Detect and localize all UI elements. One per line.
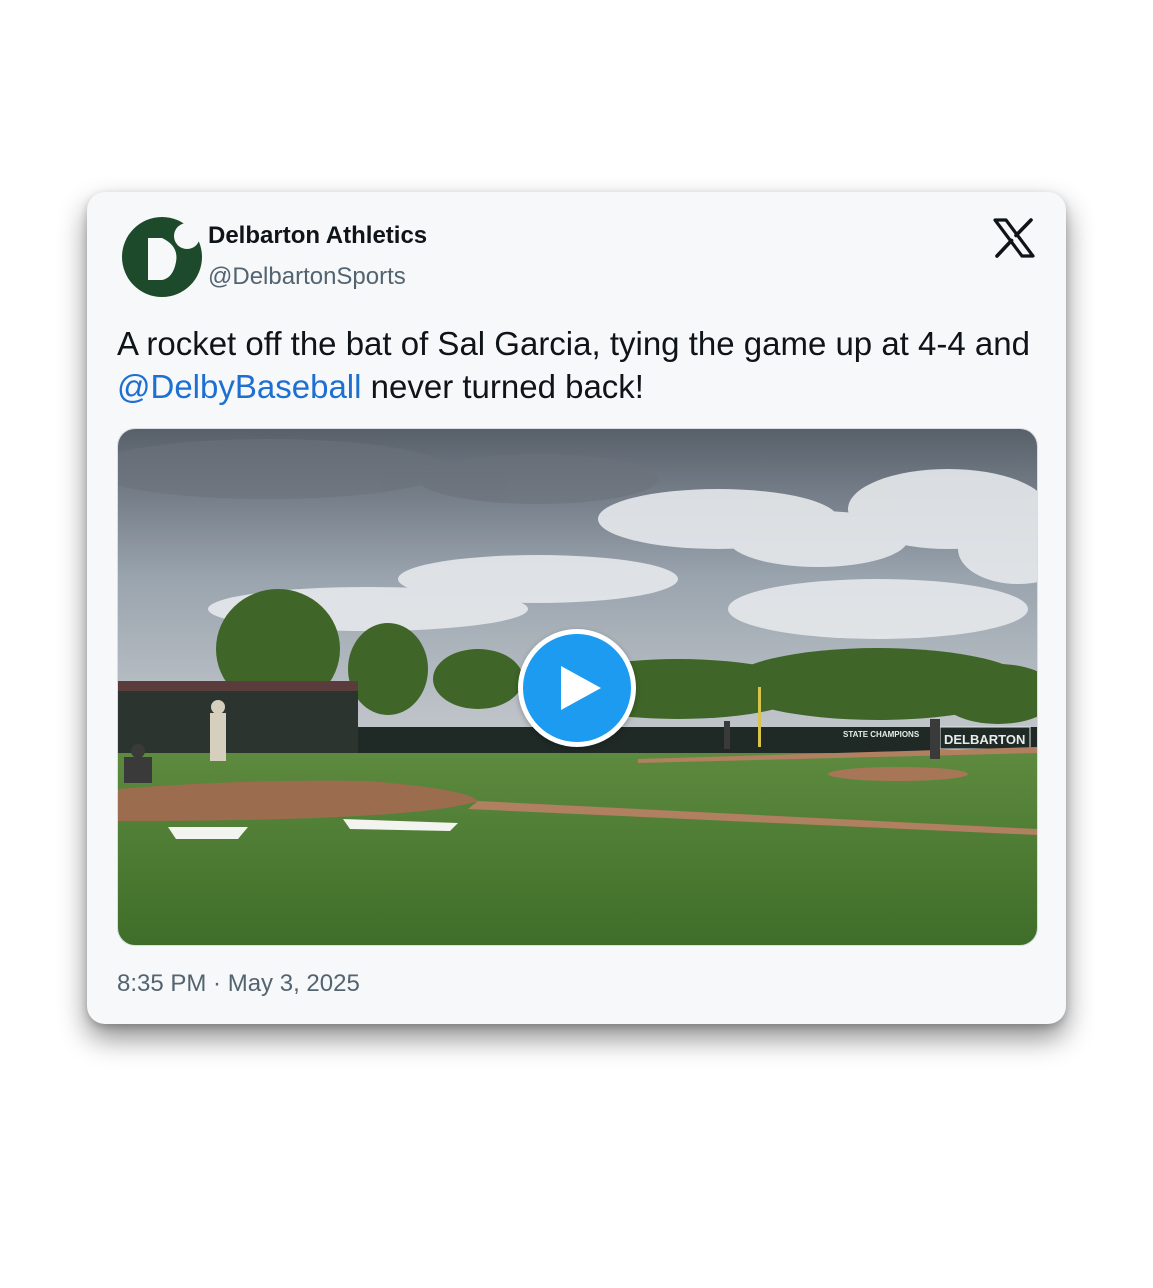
x-logo-icon[interactable] — [993, 218, 1035, 258]
tweet-text-before: A rocket off the bat of Sal Garcia, tyin… — [117, 325, 1030, 362]
tweet-text: A rocket off the bat of Sal Garcia, tyin… — [117, 322, 1047, 408]
avatar[interactable] — [121, 216, 203, 298]
video-player[interactable]: STATE CHAMPIONS DELBARTON — [117, 428, 1038, 946]
play-icon — [561, 666, 601, 710]
signage-banner: STATE CHAMPIONS — [843, 730, 920, 739]
mention-link[interactable]: @DelbyBaseball — [117, 368, 361, 405]
tweet-card[interactable]: Delbarton Athletics @DelbartonSports A r… — [87, 192, 1066, 1024]
signage-wall: DELBARTON — [944, 732, 1025, 747]
timestamp[interactable]: 8:35 PM · May 3, 2025 — [117, 970, 360, 998]
author-display-name[interactable]: Delbarton Athletics — [208, 222, 427, 250]
play-button[interactable] — [518, 629, 636, 747]
tweet-text-after: never turned back! — [361, 368, 644, 405]
author-handle[interactable]: @DelbartonSports — [208, 263, 406, 291]
delbarton-d-logo-icon — [122, 217, 202, 297]
